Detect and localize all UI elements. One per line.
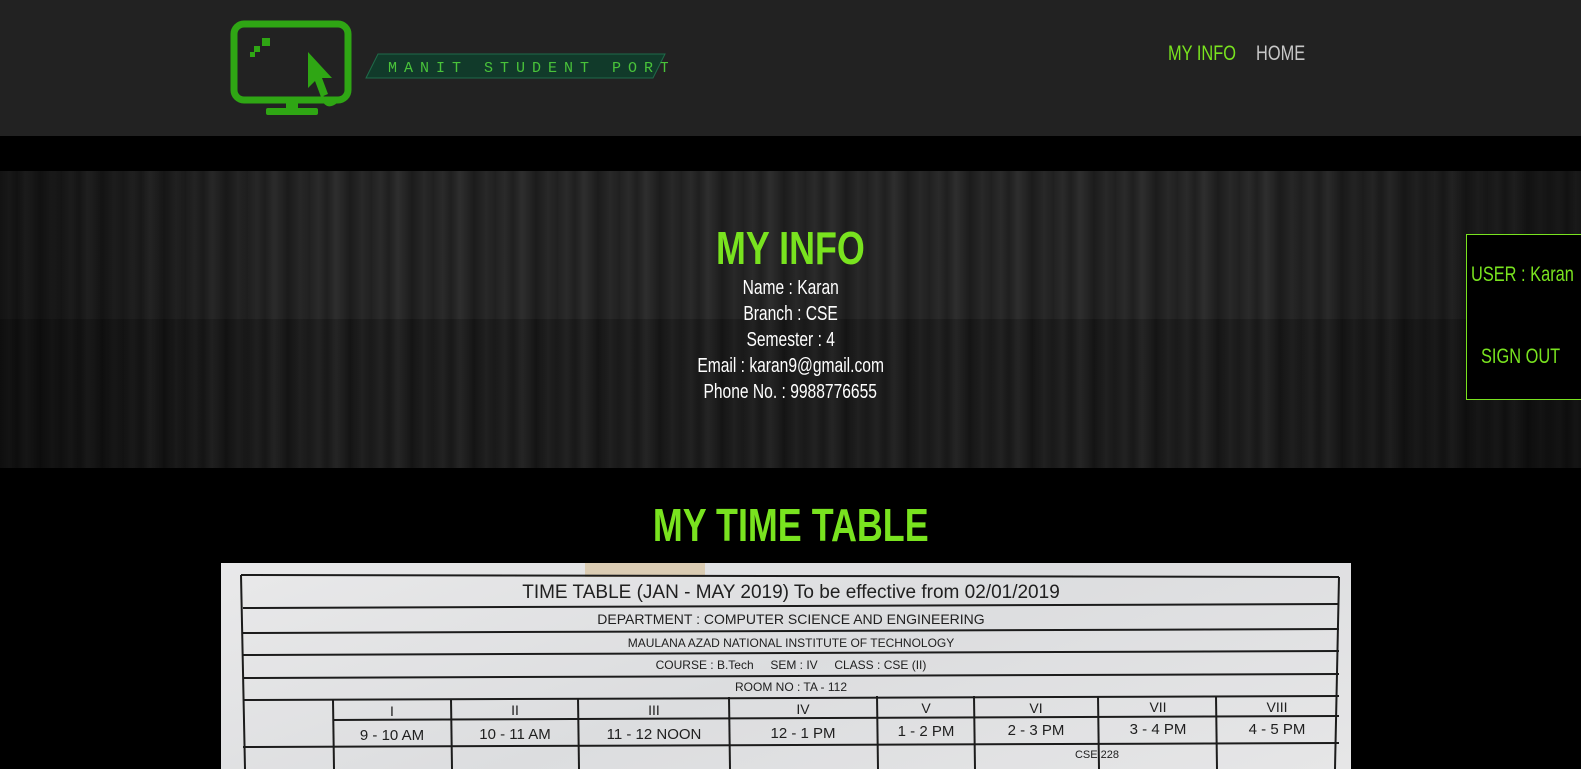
- tt-time-1: 9 - 10 AM: [360, 727, 424, 744]
- info-phone: Phone No. : 9988776655: [703, 381, 878, 403]
- info-section: MY INFO Name : Karan Branch : CSE Semest…: [0, 171, 1581, 468]
- tt-course: COURSE : B.Tech SEM : IV CLASS : CSE (II…: [656, 658, 927, 672]
- tt-time-4: 12 - 1 PM: [770, 725, 835, 742]
- tt-time-3: 11 - 12 NOON: [607, 726, 702, 743]
- monitor-cursor-icon: MANIT STUDENT PORTAL: [230, 20, 701, 115]
- site-logo[interactable]: MANIT STUDENT PORTAL: [228, 18, 701, 118]
- tt-time-5: 1 - 2 PM: [898, 723, 955, 740]
- nav-my-info[interactable]: MY INFO: [1168, 42, 1236, 66]
- tt-period-3: III: [648, 702, 660, 718]
- tt-period-8: VIII: [1266, 699, 1287, 715]
- info-branch: Branch : CSE: [743, 303, 838, 325]
- tt-room: ROOM NO : TA - 112: [735, 680, 847, 694]
- tt-time-2: 10 - 11 AM: [479, 726, 550, 743]
- info-details: Name : Karan Branch : CSE Semester : 4 E…: [0, 275, 1581, 405]
- tt-department: DEPARTMENT : COMPUTER SCIENCE AND ENGINE…: [597, 611, 984, 627]
- tt-period-1: I: [390, 703, 394, 719]
- tt-institute: MAULANA AZAD NATIONAL INSTITUTE OF TECHN…: [628, 636, 955, 650]
- tt-cell-note: CSE 228: [1075, 749, 1119, 761]
- timetable-photo: TIME TABLE (JAN - MAY 2019) To be effect…: [240, 574, 1340, 769]
- info-title-text: MY INFO: [716, 222, 865, 274]
- tt-period-5: V: [921, 700, 931, 716]
- timetable-title-text: MY TIME TABLE: [652, 499, 929, 551]
- user-label: USER : Karan: [1471, 263, 1574, 286]
- tt-period-4: IV: [796, 701, 810, 717]
- info-name: Name : Karan: [742, 277, 839, 299]
- info-title: MY INFO: [0, 221, 1581, 275]
- logo-text: MANIT STUDENT PORTAL: [388, 60, 668, 77]
- tt-heading: TIME TABLE (JAN - MAY 2019) To be effect…: [522, 582, 1060, 603]
- tt-period-7: VII: [1149, 699, 1166, 715]
- tt-time-8: 4 - 5 PM: [1249, 721, 1306, 738]
- site-header: MANIT STUDENT PORTAL MY INFO HOME: [0, 0, 1581, 136]
- nav-home[interactable]: HOME: [1256, 42, 1305, 66]
- sign-out-button[interactable]: SIGN OUT: [1481, 345, 1560, 369]
- tt-time-6: 2 - 3 PM: [1008, 722, 1065, 739]
- tt-time-7: 3 - 4 PM: [1130, 721, 1187, 738]
- info-semester: Semester : 4: [746, 329, 835, 351]
- tt-period-6: VI: [1029, 700, 1042, 716]
- timetable-image: TIME TABLE (JAN - MAY 2019) To be effect…: [221, 563, 1351, 769]
- timetable-title: MY TIME TABLE: [0, 498, 1581, 552]
- info-email: Email : karan9@gmail.com: [697, 355, 884, 377]
- tt-period-2: II: [511, 702, 519, 718]
- user-panel: USER : Karan SIGN OUT: [1466, 234, 1581, 400]
